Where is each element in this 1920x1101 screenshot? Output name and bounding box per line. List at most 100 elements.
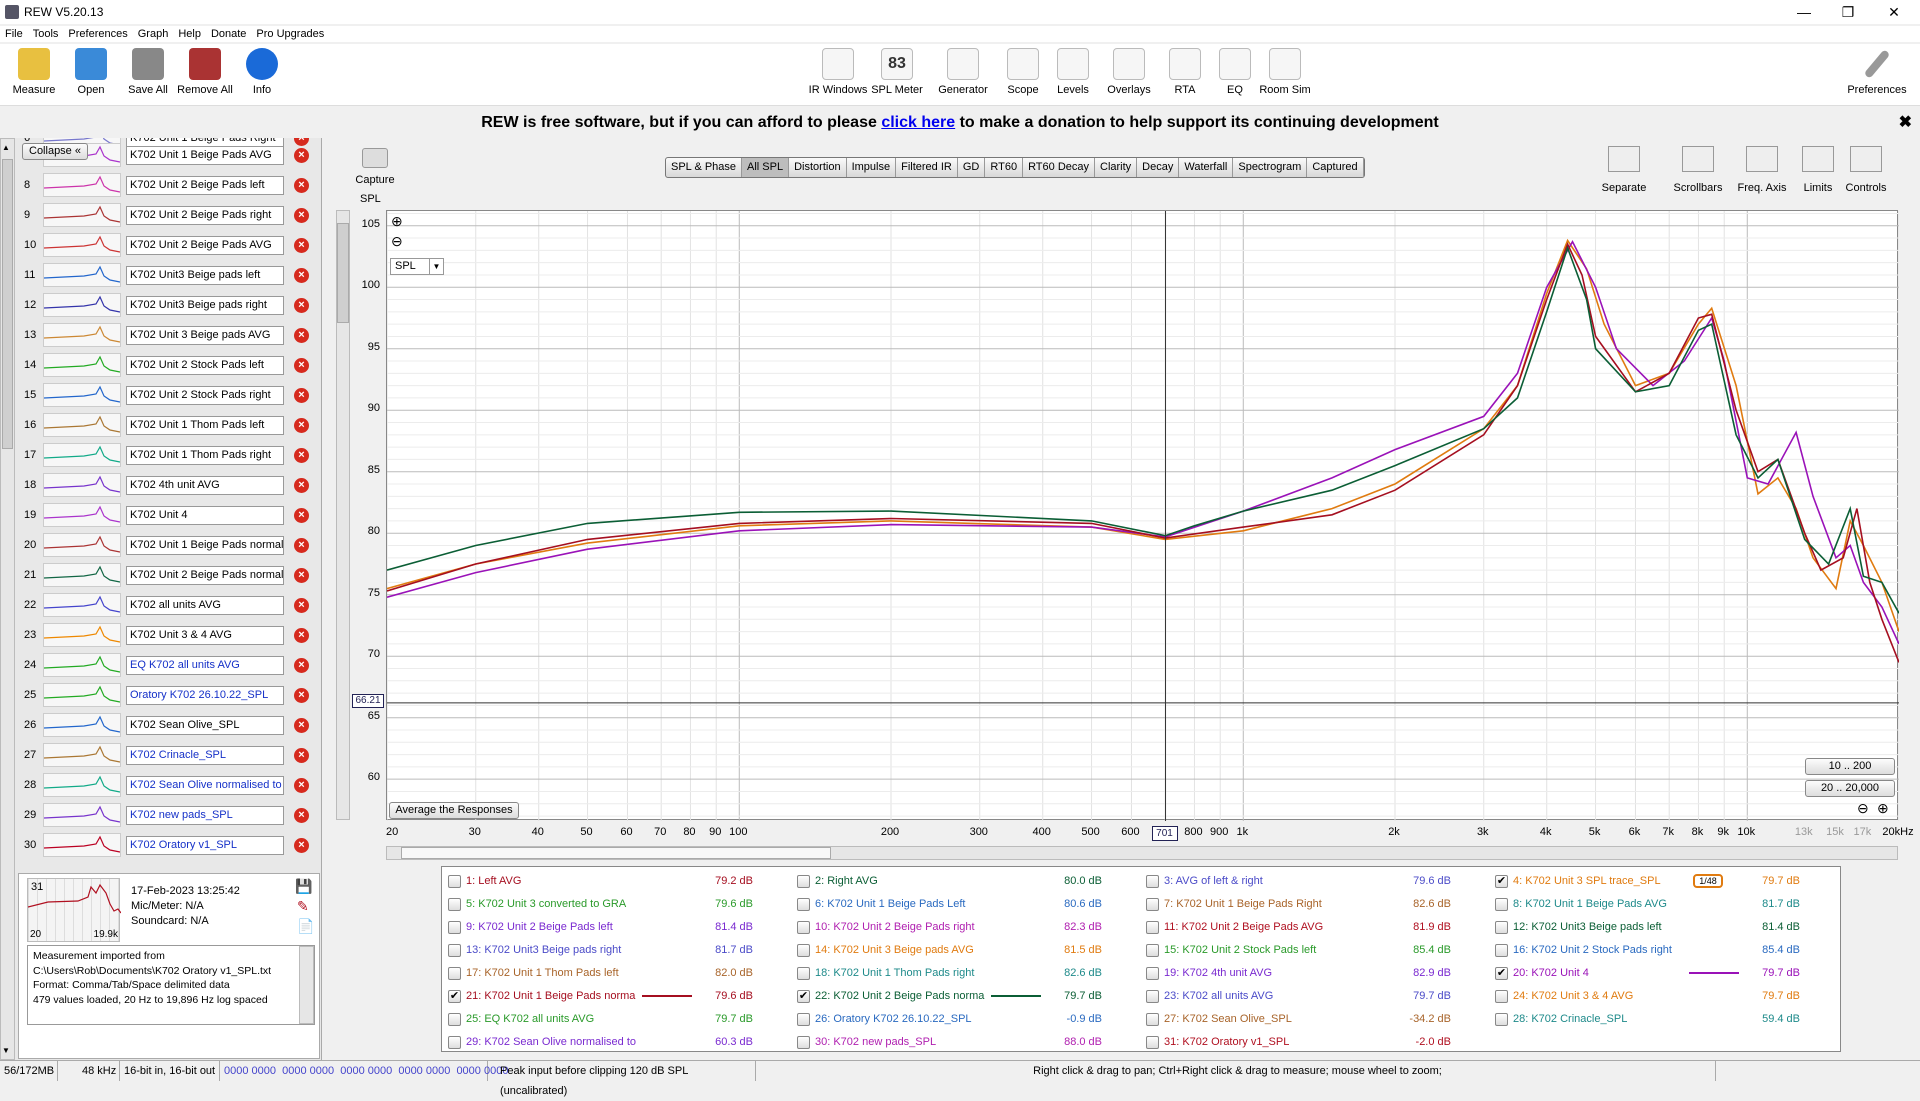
measurement-name-field[interactable]: K702 Unit 1 Thom Pads right (126, 446, 284, 465)
trace-checkbox[interactable]: ✔ (448, 990, 461, 1003)
measurement-thumbnail[interactable] (43, 803, 121, 827)
trace-checkbox[interactable] (797, 944, 810, 957)
measurement-name-field[interactable]: K702 Crinacle_SPL (126, 746, 284, 765)
measurement-thumbnail[interactable] (43, 533, 121, 557)
legend-label[interactable]: 22: K702 Unit 2 Beige Pads norma (815, 986, 984, 1006)
measurement-item[interactable]: 10 K702 Unit 2 Beige Pads AVG × (18, 231, 320, 259)
remove-measurement-icon[interactable]: × (294, 598, 309, 613)
trace-checkbox[interactable] (797, 875, 810, 888)
measurement-name-field[interactable]: K702 Unit 1 Thom Pads left (126, 416, 284, 435)
trace-checkbox[interactable] (1495, 921, 1508, 934)
tab-distortion[interactable]: Distortion (789, 158, 847, 177)
remove-measurement-icon[interactable]: × (294, 688, 309, 703)
legend-label[interactable]: 29: K702 Sean Olive normalised to (466, 1032, 636, 1052)
measurement-thumbnail[interactable] (43, 293, 121, 317)
zoom-in-x-icon[interactable]: ⊕ (1877, 800, 1889, 817)
measurement-thumbnail[interactable] (43, 653, 121, 677)
measurement-item[interactable]: 30 K702 Oratory v1_SPL × (18, 831, 320, 859)
trace-checkbox[interactable] (797, 921, 810, 934)
measurement-item[interactable]: 23 K702 Unit 3 & 4 AVG × (18, 621, 320, 649)
trace-checkbox[interactable] (448, 921, 461, 934)
legend-label[interactable]: 3: AVG of left & right (1164, 871, 1263, 891)
measurement-thumbnail[interactable] (43, 743, 121, 767)
measurement-item[interactable]: 15 K702 Unit 2 Stock Pads right × (18, 381, 320, 409)
close-banner-icon[interactable]: ✖ (1899, 110, 1912, 136)
measurement-thumbnail[interactable] (43, 593, 121, 617)
legend-label[interactable]: 27: K702 Sean Olive_SPL (1164, 1009, 1292, 1029)
measurement-thumbnail[interactable] (43, 713, 121, 737)
legend-label[interactable]: 8: K702 Unit 1 Beige Pads AVG (1513, 894, 1667, 914)
measurement-name-field[interactable]: K702 new pads_SPL (126, 806, 284, 825)
tab-waterfall[interactable]: Waterfall (1179, 158, 1234, 177)
ir-windows-button[interactable]: IR Windows (802, 48, 874, 96)
menu-file[interactable]: File (0, 26, 28, 42)
measurement-name-field[interactable]: K702 Unit 2 Beige Pads left (126, 176, 284, 195)
trace-checkbox[interactable] (1146, 921, 1159, 934)
measurement-thumbnail[interactable] (43, 323, 121, 347)
trace-checkbox[interactable] (797, 1013, 810, 1026)
measurement-item[interactable]: 21 K702 Unit 2 Beige Pads normali × (18, 561, 320, 589)
scroll-up-icon[interactable]: ▲ (2, 143, 10, 152)
measurement-name-field[interactable]: K702 Unit 1 Beige Pads AVG (126, 146, 284, 165)
legend-label[interactable]: 2: Right AVG (815, 871, 878, 891)
remove-measurement-icon[interactable]: × (294, 208, 309, 223)
tab-gd[interactable]: GD (958, 158, 986, 177)
measurement-item[interactable]: 26 K702 Sean Olive_SPL × (18, 711, 320, 739)
tab-clarity[interactable]: Clarity (1095, 158, 1138, 177)
legend-label[interactable]: 13: K702 Unit3 Beige pads right (466, 940, 621, 960)
room-sim-button[interactable]: Room Sim (1254, 48, 1316, 96)
preferences-button[interactable]: Preferences (1846, 48, 1908, 96)
remove-measurement-icon[interactable]: × (294, 418, 309, 433)
trace-checkbox[interactable]: ✔ (1495, 875, 1508, 888)
close-window-button[interactable]: ✕ (1872, 2, 1916, 22)
remove-measurement-icon[interactable]: × (294, 718, 309, 733)
menu-tools[interactable]: Tools (28, 26, 64, 42)
info-button[interactable]: Info (232, 48, 292, 96)
legend-label[interactable]: 21: K702 Unit 1 Beige Pads norma (466, 986, 635, 1006)
legend-label[interactable]: 7: K702 Unit 1 Beige Pads Right (1164, 894, 1322, 914)
remove-measurement-icon[interactable]: × (294, 538, 309, 553)
measurement-item[interactable]: 8 K702 Unit 2 Beige Pads left × (18, 171, 320, 199)
freq-axis-button[interactable]: Freq. Axis (1732, 146, 1792, 194)
tab-filtered-ir[interactable]: Filtered IR (896, 158, 958, 177)
measurement-thumbnail[interactable] (43, 623, 121, 647)
trace-checkbox[interactable] (448, 944, 461, 957)
measurement-item[interactable]: 11 K702 Unit3 Beige pads left × (18, 261, 320, 289)
remove-measurement-icon[interactable]: × (294, 838, 309, 853)
measurement-thumbnail[interactable] (43, 833, 121, 857)
sidebar-scrollbar[interactable]: ▲ ▼ (0, 138, 15, 1060)
trace-checkbox[interactable] (1146, 990, 1159, 1003)
remove-measurement-icon[interactable]: × (294, 568, 309, 583)
legend-label[interactable]: 20: K702 Unit 4 (1513, 963, 1589, 983)
menu-pro-upgrades[interactable]: Pro Upgrades (251, 26, 329, 42)
spl-dropdown[interactable]: SPL ▼ (390, 258, 444, 275)
legend-label[interactable]: 6: K702 Unit 1 Beige Pads Left (815, 894, 965, 914)
trace-checkbox[interactable]: ✔ (797, 990, 810, 1003)
range-10-200-button[interactable]: 10 .. 200 (1805, 758, 1895, 775)
horizontal-scroll-thumb[interactable] (401, 847, 831, 859)
trace-checkbox[interactable] (448, 898, 461, 911)
trace-checkbox[interactable] (448, 875, 461, 888)
tab-decay[interactable]: Decay (1137, 158, 1180, 177)
measurement-item[interactable]: 9 K702 Unit 2 Beige Pads right × (18, 201, 320, 229)
tab-spectrogram[interactable]: Spectrogram (1233, 158, 1308, 177)
levels-button[interactable]: Levels (1042, 48, 1104, 96)
legend-label[interactable]: 18: K702 Unit 1 Thom Pads right (815, 963, 974, 983)
menu-help[interactable]: Help (173, 26, 206, 42)
generator-button[interactable]: Generator (932, 48, 994, 96)
menu-graph[interactable]: Graph (133, 26, 174, 42)
measurement-thumbnail[interactable] (43, 773, 121, 797)
measurement-thumbnail[interactable] (43, 473, 121, 497)
zoom-out-icon[interactable]: ⊖ (391, 233, 403, 250)
tab-rt60-decay[interactable]: RT60 Decay (1023, 158, 1095, 177)
remove-measurement-icon[interactable]: × (294, 358, 309, 373)
spl-graph[interactable]: ⊕ ⊖ SPL ▼ Average the Responses 10 .. 200… (386, 210, 1899, 821)
trace-checkbox[interactable] (1146, 1013, 1159, 1026)
legend-label[interactable]: 26: Oratory K702 26.10.22_SPL (815, 1009, 972, 1029)
legend-label[interactable]: 28: K702 Crinacle_SPL (1513, 1009, 1627, 1029)
measurement-item[interactable]: 18 K702 4th unit AVG × (18, 471, 320, 499)
legend-label[interactable]: 17: K702 Unit 1 Thom Pads left (466, 963, 619, 983)
menu-donate[interactable]: Donate (206, 26, 251, 42)
measurement-item[interactable]: 29 K702 new pads_SPL × (18, 801, 320, 829)
measurement-name-field[interactable]: K702 Sean Olive normalised to (126, 776, 284, 795)
